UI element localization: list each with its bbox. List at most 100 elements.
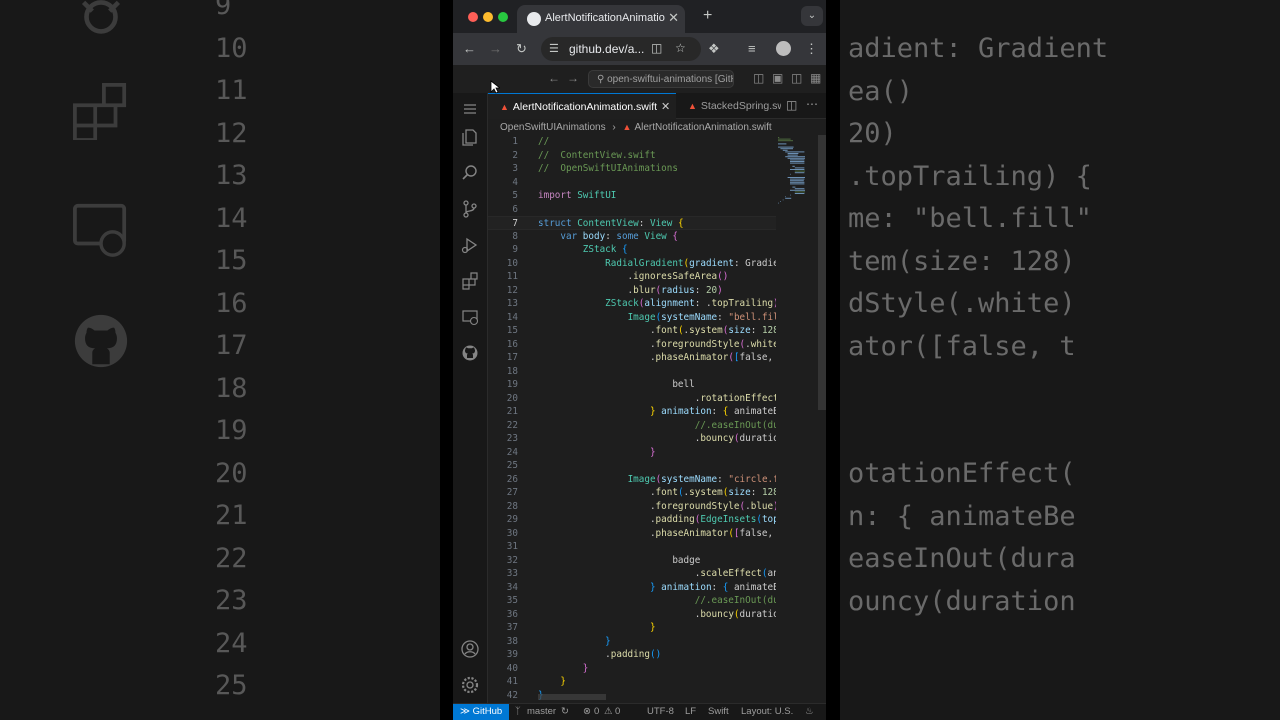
code-text[interactable]: import SwiftUI xyxy=(538,189,616,203)
code-text[interactable]: } xyxy=(538,621,656,635)
code-text[interactable]: var body: some View { xyxy=(538,230,678,244)
code-text[interactable]: .phaseAnimator([false, t xyxy=(538,351,776,365)
code-line[interactable]: 14 Image(systemName: "bell.fill" xyxy=(488,311,776,325)
code-text[interactable]: Image(systemName: "circle.fil xyxy=(538,473,776,487)
run-and-debug-icon[interactable] xyxy=(460,235,480,255)
explorer-files-icon[interactable] xyxy=(460,127,480,147)
code-text[interactable]: .padding(EdgeInsets(top: xyxy=(538,513,776,527)
code-text[interactable]: struct ContentView: View { xyxy=(538,217,684,231)
code-text[interactable]: .bouncy(duration xyxy=(538,432,776,446)
close-editor-tab-icon[interactable]: ✕ xyxy=(661,94,670,119)
go-back-icon[interactable]: ← xyxy=(548,71,560,85)
code-text[interactable]: } xyxy=(538,675,566,689)
more-actions-icon[interactable]: ⋯ xyxy=(806,97,818,111)
editor-tab-alert-notification[interactable]: ▲ AlertNotificationAnimation.swift ✕ xyxy=(488,93,676,119)
code-line[interactable]: 2 // ContentView.swift xyxy=(488,149,776,163)
sync-icon[interactable]: ↻ xyxy=(561,704,569,720)
breadcrumb-file[interactable]: AlertNotificationAnimation.swift xyxy=(634,122,771,133)
code-line[interactable]: 33 .scaleEffect(ani xyxy=(488,567,776,581)
code-text[interactable]: badge xyxy=(538,554,700,568)
code-text[interactable]: } animation: { animateBad xyxy=(538,581,776,595)
code-line[interactable]: 35 //.easeInOut(dura xyxy=(488,594,776,608)
code-line[interactable]: 3 // OpenSwiftUIAnimations xyxy=(488,162,776,176)
code-line[interactable]: 25 xyxy=(488,459,776,473)
code-line[interactable]: 31 xyxy=(488,540,776,554)
code-text[interactable]: } animation: { animateBe xyxy=(538,405,776,419)
code-line[interactable]: 22 //.easeInOut(dura xyxy=(488,419,776,433)
code-line[interactable]: 38 } xyxy=(488,635,776,649)
code-line[interactable]: 36 .bouncy(duration xyxy=(488,608,776,622)
code-text[interactable]: } xyxy=(538,446,656,460)
code-line[interactable]: 16 .foregroundStyle(.white) xyxy=(488,338,776,352)
extensions-icon[interactable] xyxy=(460,271,480,291)
code-text[interactable]: .padding() xyxy=(538,648,661,662)
code-text[interactable]: .font(.system(size: 128/ xyxy=(538,486,776,500)
code-line[interactable]: 41 } xyxy=(488,675,776,689)
code-text[interactable]: .phaseAnimator([false, t xyxy=(538,527,776,541)
code-editor[interactable]: 1 // 2 // ContentView.swift 3 // OpenSwiftUIA… xyxy=(488,135,776,703)
code-line[interactable]: 26 Image(systemName: "circle.fil xyxy=(488,473,776,487)
editor-tab-stacked-spring[interactable]: ▲StackedSpring.swift xyxy=(676,93,781,119)
close-tab-icon[interactable]: ✕ xyxy=(668,10,679,26)
code-text[interactable]: } xyxy=(538,635,611,649)
browser-menu-kebab-icon[interactable]: ⋮ xyxy=(805,41,818,57)
code-line[interactable]: 28 .foregroundStyle(.blue) xyxy=(488,500,776,514)
code-line[interactable]: 37 } xyxy=(488,621,776,635)
code-text[interactable]: } xyxy=(538,662,589,676)
code-text[interactable]: ZStack(alignment: .topTrailing) { xyxy=(538,297,776,311)
code-text[interactable]: .bouncy(duration xyxy=(538,608,776,622)
bookmark-star-icon[interactable]: ☆ xyxy=(675,41,686,55)
code-line[interactable]: 32 badge xyxy=(488,554,776,568)
code-line[interactable]: 10 RadialGradient(gradient: Gradien xyxy=(488,257,776,271)
language-status[interactable]: Swift xyxy=(708,704,729,720)
extensions-puzzle-icon[interactable]: ❖ xyxy=(708,41,720,57)
code-text[interactable]: // OpenSwiftUIAnimations xyxy=(538,162,678,176)
install-app-icon[interactable]: ◫ xyxy=(651,41,662,55)
code-line[interactable]: 5 import SwiftUI xyxy=(488,189,776,203)
horizontal-scrollbar[interactable] xyxy=(538,694,606,700)
customize-layout-icon[interactable]: ▦ xyxy=(810,71,821,85)
split-editor-icon[interactable]: ◫ xyxy=(786,98,797,112)
code-text[interactable]: //.easeInOut(dura xyxy=(538,419,776,433)
toggle-panel-icon[interactable]: ▣ xyxy=(772,71,783,85)
search-icon[interactable] xyxy=(460,163,480,183)
code-text[interactable]: .rotationEffect( xyxy=(538,392,776,406)
code-line[interactable]: 21 } animation: { animateBe xyxy=(488,405,776,419)
warnings-count[interactable]: 0 xyxy=(615,704,620,720)
code-text[interactable]: //.easeInOut(dura xyxy=(538,594,776,608)
go-forward-icon[interactable]: → xyxy=(567,71,579,85)
code-line[interactable]: 8 var body: some View { xyxy=(488,230,776,244)
menu-hamburger-icon[interactable] xyxy=(460,99,480,119)
site-settings-icon[interactable]: ☰ xyxy=(549,42,559,55)
code-line[interactable]: 17 .phaseAnimator([false, t xyxy=(488,351,776,365)
code-line[interactable]: 7 struct ContentView: View { xyxy=(488,216,776,230)
keyboard-layout-status[interactable]: Layout: U.S. xyxy=(741,704,793,720)
code-text[interactable]: ZStack { xyxy=(538,243,628,257)
code-line[interactable]: 11 .ignoresSafeArea() xyxy=(488,270,776,284)
code-text[interactable]: .ignoresSafeArea() xyxy=(538,270,729,284)
breadcrumb-folder[interactable]: OpenSwiftUIAnimations xyxy=(500,122,606,133)
code-line[interactable]: 19 bell xyxy=(488,378,776,392)
code-text[interactable]: bell xyxy=(538,378,694,392)
code-line[interactable]: 9 ZStack { xyxy=(488,243,776,257)
code-line[interactable]: 1 // xyxy=(488,135,776,149)
code-text[interactable]: .foregroundStyle(.white) xyxy=(538,338,776,352)
command-center-search[interactable]: ⚲ open-swiftui-animations [GitHub] xyxy=(588,70,734,88)
code-text[interactable]: // xyxy=(538,135,549,149)
code-line[interactable]: 34 } animation: { animateBad xyxy=(488,581,776,595)
remote-explorer-icon[interactable] xyxy=(460,307,480,327)
problems-count[interactable]: 0 xyxy=(594,704,599,720)
toggle-primary-sidebar-icon[interactable]: ◫ xyxy=(753,71,764,85)
encoding-status[interactable]: UTF-8 xyxy=(647,704,674,720)
code-line[interactable]: 18 xyxy=(488,365,776,379)
back-arrow-icon[interactable]: ← xyxy=(463,41,476,56)
code-text[interactable]: RadialGradient(gradient: Gradien xyxy=(538,257,776,271)
settings-gear-icon[interactable] xyxy=(460,675,480,695)
media-controls-icon[interactable]: ≡ xyxy=(748,41,756,56)
code-text[interactable]: Image(systemName: "bell.fill" xyxy=(538,311,776,325)
code-text[interactable]: // ContentView.swift xyxy=(538,149,656,163)
reload-icon[interactable]: ↻ xyxy=(516,41,527,57)
eol-status[interactable]: LF xyxy=(685,704,696,720)
code-text[interactable]: .font(.system(size: 128) xyxy=(538,324,776,338)
branch-name[interactable]: master xyxy=(527,704,556,720)
